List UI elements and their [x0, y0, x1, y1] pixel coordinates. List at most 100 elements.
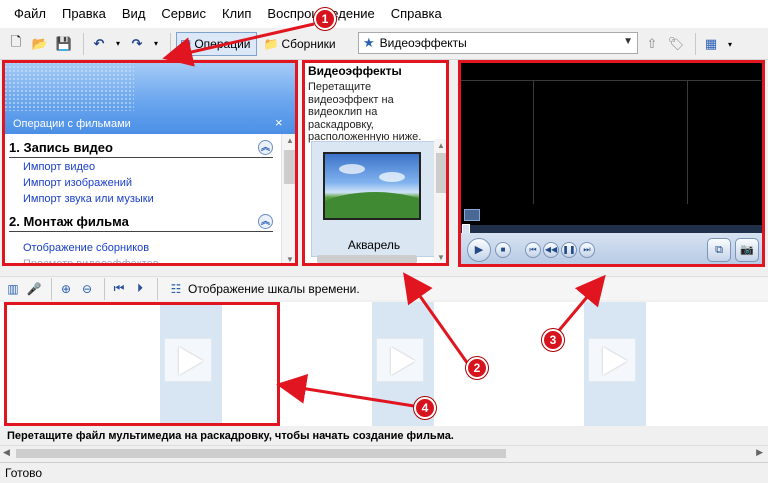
show-timeline-label: Отображение шкалы времени. — [188, 281, 360, 296]
collapse-chevron-icon[interactable]: ︽ — [258, 214, 273, 229]
menu-view[interactable]: Вид — [114, 0, 154, 28]
views-icon[interactable]: ▦ — [701, 34, 721, 54]
previous-frame-icon[interactable]: ⏮ — [525, 242, 541, 258]
collection-selected-value: Видеоэффекты — [379, 36, 467, 50]
storyboard-cell[interactable] — [222, 302, 372, 426]
scroll-left-icon[interactable]: ◀ — [3, 447, 10, 458]
scroll-thumb[interactable] — [436, 153, 446, 193]
storyboard-toolbar: ▥ 🎤 ⊕ ⊖ ⏮ ⏵ ☷ Отображение шкалы времени. — [0, 276, 768, 300]
rewind-storyboard-icon[interactable]: ⏮ — [110, 280, 128, 298]
link-import-pictures[interactable]: Импорт изображений — [23, 177, 132, 189]
toolbar-separator — [104, 277, 105, 300]
scroll-thumb[interactable] — [16, 449, 506, 458]
show-timeline-button[interactable]: ☷ Отображение шкалы времени. — [167, 280, 360, 298]
transition-arrow-icon — [588, 338, 636, 382]
effect-item-label: Акварель — [347, 238, 401, 252]
status-text: Готово — [5, 466, 43, 480]
tasks-pane-title: Операции с фильмами — [13, 118, 131, 130]
link-import-video[interactable]: Импорт видео — [23, 161, 95, 173]
menu-clip[interactable]: Клип — [214, 0, 259, 28]
open-folder-icon[interactable]: 📂 — [30, 34, 50, 54]
views-dropdown-icon[interactable]: ▾ — [725, 34, 735, 54]
collection-dropdown[interactable]: ★ Видеоэффекты ▼ — [358, 32, 638, 54]
scroll-right-icon[interactable]: ▶ — [756, 447, 763, 458]
video-effects-star-icon: ★ — [363, 35, 375, 50]
preview-screen — [461, 64, 761, 204]
thumbnail-cloud — [379, 172, 405, 182]
storyboard-cell[interactable] — [646, 302, 768, 426]
play-icon[interactable]: ▶ — [467, 238, 491, 262]
tasks-toggle-button[interactable]: ▤ Операции — [176, 31, 258, 56]
section-edit-movie[interactable]: 2. Монтаж фильма ︽ — [9, 214, 273, 232]
tasks-pane-header: Операции с фильмами × — [4, 61, 297, 134]
new-collection-icon[interactable]: 🏷 — [666, 34, 686, 54]
storyboard-scrollbar[interactable]: ◀ ▶ — [0, 445, 768, 460]
main-toolbar: 🗋 📂 💾 ↶ ▾ ↷ ▾ ▤ Операции 📁 Сборники ★ Ви… — [0, 28, 768, 60]
scroll-down-icon[interactable]: ▼ — [434, 251, 448, 265]
toolbar-separator — [157, 277, 158, 300]
scroll-up-icon[interactable]: ▲ — [282, 134, 297, 148]
play-storyboard-icon[interactable]: ⏵ — [131, 280, 149, 298]
chevron-down-icon: ▼ — [623, 36, 633, 47]
storyboard-cell[interactable] — [0, 302, 160, 426]
effects-scrollbar[interactable]: ▲ ▼ — [434, 139, 448, 265]
collapse-chevron-icon[interactable]: ︽ — [258, 140, 273, 155]
menu-edit[interactable]: Правка — [54, 0, 114, 28]
close-icon[interactable]: × — [275, 115, 283, 130]
redo-dropdown-icon[interactable]: ▾ — [151, 34, 161, 54]
split-screen-icon[interactable] — [464, 209, 480, 221]
new-project-icon[interactable]: 🗋 — [6, 34, 26, 54]
rewind-icon[interactable]: ◀◀ — [543, 242, 559, 258]
tasks-pane-body: 1. Запись видео ︽ Импорт видео Импорт из… — [4, 134, 281, 265]
effect-thumbnail — [323, 152, 421, 220]
save-icon[interactable]: 💾 — [54, 34, 74, 54]
up-level-icon[interactable]: ⇧ — [642, 34, 662, 54]
tasks-scrollbar[interactable]: ▲ ▼ — [281, 134, 297, 265]
annotation-badge: 1 — [314, 8, 336, 30]
toolbar-separator — [170, 32, 171, 55]
link-view-video-effects[interactable]: Просмотр видеоэффектов — [23, 258, 159, 265]
menu-file[interactable]: Файл — [6, 0, 54, 28]
zoom-out-icon[interactable]: ⊖ — [78, 280, 96, 298]
preview-monitor: ▶ ■ ⏮ ◀◀ ❚❚ ⏭ ⧉ 📷 — [458, 60, 764, 266]
redo-icon[interactable]: ↷ — [127, 34, 147, 54]
collections-toggle-button[interactable]: 📁 Сборники — [259, 32, 342, 56]
menu-bar: Файл Правка Вид Сервис Клип Воспроизведе… — [0, 0, 768, 28]
seek-bar[interactable] — [459, 224, 763, 234]
annotation-badge: 4 — [414, 397, 436, 419]
effects-pane-hint: Перетащите видеоэффект на видеоклип на р… — [308, 81, 422, 143]
storyboard-cell[interactable] — [434, 302, 584, 426]
toolbar-right-group: ⇧ 🏷 ▦ ▾ — [642, 32, 739, 56]
annotation-badge: 2 — [466, 357, 488, 379]
tasks-icon: ▤ — [180, 36, 192, 51]
link-import-audio[interactable]: Импорт звука или музыки — [23, 193, 154, 205]
storyboard — [0, 302, 768, 426]
link-show-collections[interactable]: Отображение сборников — [23, 242, 149, 254]
pause-icon[interactable]: ❚❚ — [561, 242, 577, 258]
next-frame-icon[interactable]: ⏭ — [579, 242, 595, 258]
status-bar: Готово — [0, 462, 768, 483]
scroll-thumb[interactable] — [284, 150, 295, 184]
narrate-mic-icon[interactable]: 🎤 — [25, 280, 43, 298]
split-clip-icon[interactable]: ⧉ — [707, 238, 731, 262]
effects-horizontal-scroll-thumb[interactable] — [317, 255, 417, 263]
movie-tasks-pane: Операции с фильмами × 1. Запись видео ︽ … — [3, 60, 298, 266]
section-capture-video[interactable]: 1. Запись видео ︽ — [9, 140, 273, 158]
screen-gridline — [533, 81, 534, 204]
effect-item-watercolor[interactable]: Акварель — [311, 141, 435, 257]
zoom-in-icon[interactable]: ⊕ — [57, 280, 75, 298]
menu-help[interactable]: Справка — [383, 0, 450, 28]
player-controls: ▶ ■ ⏮ ◀◀ ❚❚ ⏭ ⧉ 📷 — [459, 233, 763, 265]
stop-icon[interactable]: ■ — [495, 242, 511, 258]
undo-icon[interactable]: ↶ — [89, 34, 109, 54]
menu-tools[interactable]: Сервис — [153, 0, 214, 28]
transition-arrow-icon — [164, 338, 212, 382]
scroll-up-icon[interactable]: ▲ — [434, 139, 448, 153]
transition-arrow-icon — [376, 338, 424, 382]
header-pattern — [4, 61, 134, 111]
take-picture-icon[interactable]: 📷 — [735, 238, 759, 262]
scroll-down-icon[interactable]: ▼ — [282, 253, 297, 265]
undo-dropdown-icon[interactable]: ▾ — [113, 34, 123, 54]
storyboard-icon[interactable]: ▥ — [4, 280, 22, 298]
screen-gridline — [687, 81, 688, 204]
